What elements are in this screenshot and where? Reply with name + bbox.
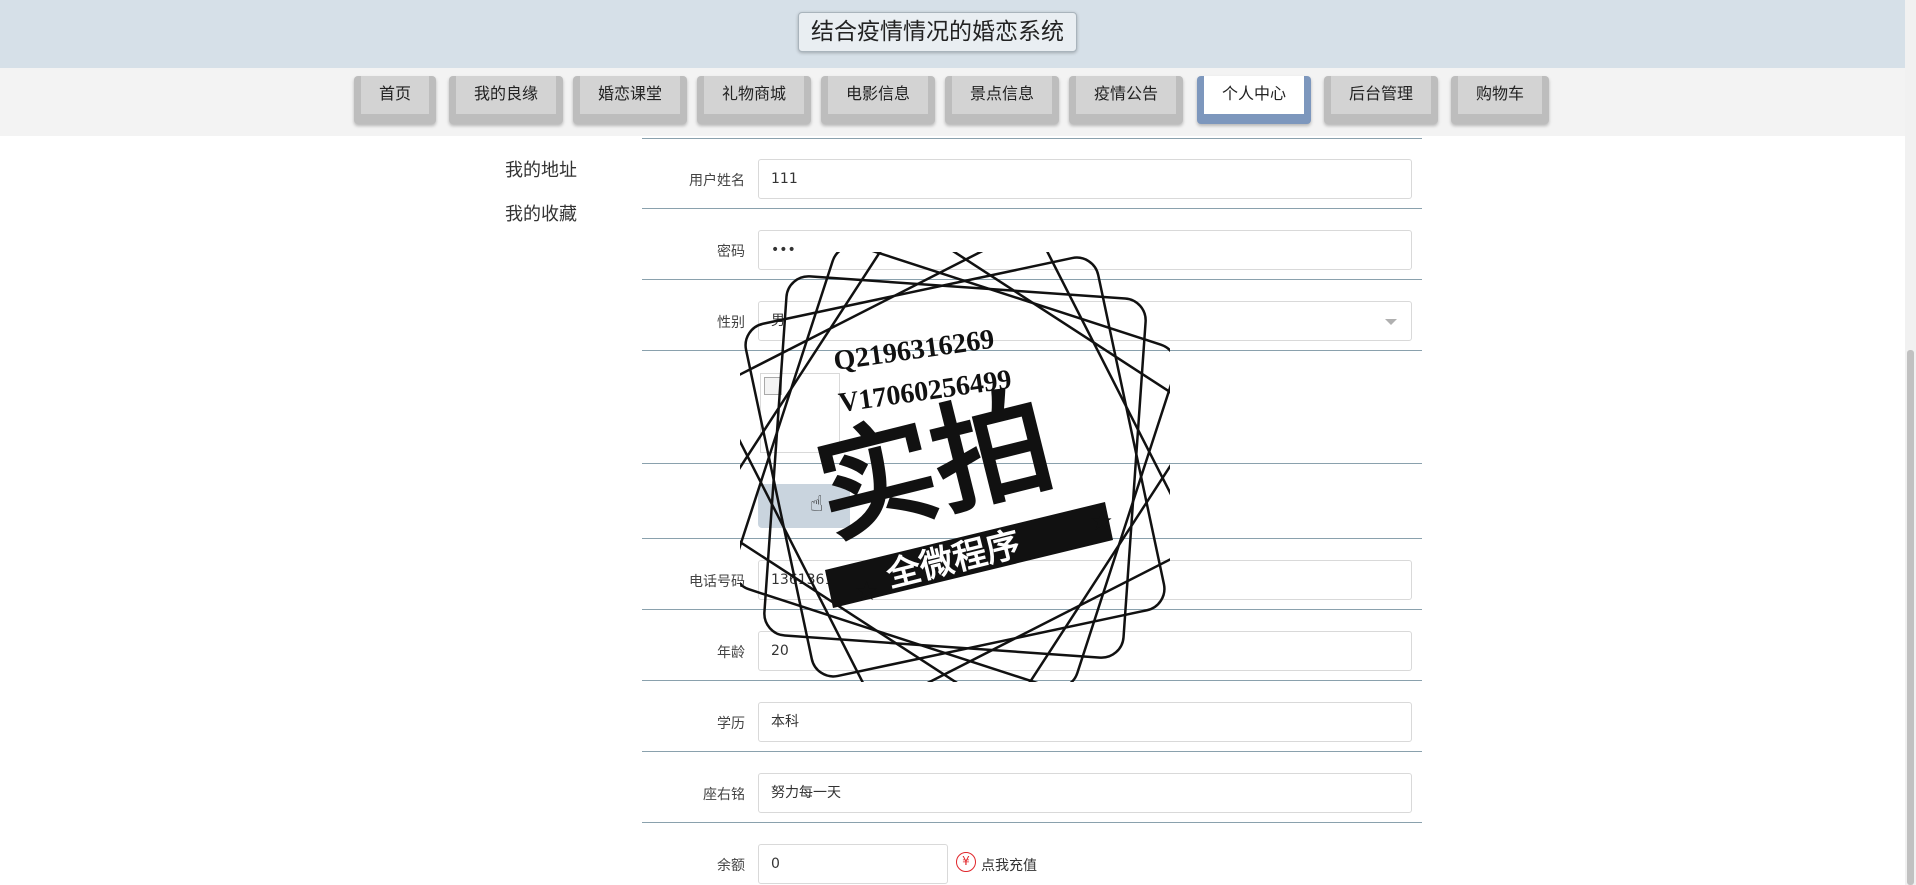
nav-item-label: 个人中心 (1204, 76, 1304, 114)
nav-item-label: 景点信息 (952, 76, 1052, 114)
form-divider (642, 350, 1422, 351)
nav-item-personal-center[interactable]: 个人中心 (1197, 76, 1311, 124)
chevron-down-icon (1385, 319, 1397, 325)
main-nav: 首页 我的良缘 婚恋课堂 礼物商城 电影信息 景点信息 疫情公告 个人中心 后台… (0, 68, 1905, 136)
nav-item-label: 疫情公告 (1076, 76, 1176, 114)
form-divider (642, 138, 1422, 139)
form-divider (642, 463, 1422, 464)
nav-item-attractions[interactable]: 景点信息 (945, 76, 1059, 124)
phone-input[interactable]: 13613613666 (758, 560, 1412, 600)
site-title: 结合疫情情况的婚恋系统 (798, 12, 1077, 52)
form-divider (642, 609, 1422, 610)
form-divider (642, 208, 1422, 209)
hand-pointer-icon: ☝ (810, 492, 824, 517)
education-label: 学历 (717, 716, 745, 732)
age-label: 年龄 (717, 645, 745, 661)
nav-item-label: 婚恋课堂 (580, 76, 680, 114)
nav-item-epidemic-notice[interactable]: 疫情公告 (1069, 76, 1183, 124)
form-divider (642, 751, 1422, 752)
upload-button[interactable] (758, 484, 850, 528)
yuan-icon[interactable]: ¥ (956, 852, 976, 872)
header: 结合疫情情况的婚恋系统 (0, 0, 1905, 68)
password-input[interactable]: ••• (758, 230, 1412, 270)
page-scrollbar[interactable] (1905, 0, 1916, 885)
nav-item-movies[interactable]: 电影信息 (821, 76, 935, 124)
nav-item-marriage-class[interactable]: 婚恋课堂 (573, 76, 687, 124)
broken-image-icon (764, 377, 782, 395)
balance-label: 余额 (717, 858, 745, 874)
nav-item-label: 我的良缘 (456, 76, 556, 114)
form-divider (642, 538, 1422, 539)
form-divider (642, 822, 1422, 823)
motto-input[interactable]: 努力每一天 (758, 773, 1412, 813)
watermark-main-text: 实拍 (803, 370, 1065, 561)
gender-select-value: 男 (771, 313, 785, 329)
nav-item-home[interactable]: 首页 (354, 76, 436, 124)
age-input[interactable]: 20 (758, 631, 1412, 671)
education-input[interactable]: 本科 (758, 702, 1412, 742)
nav-item-gift-mall[interactable]: 礼物商城 (697, 76, 811, 124)
phone-label: 电话号码 (689, 574, 745, 590)
nav-item-label: 电影信息 (828, 76, 928, 114)
nav-item-my-match[interactable]: 我的良缘 (449, 76, 563, 124)
gender-label: 性别 (717, 315, 745, 331)
nav-item-label: 购物车 (1458, 76, 1542, 114)
password-label: 密码 (717, 244, 745, 260)
avatar-image (760, 373, 840, 453)
username-label: 用户姓名 (689, 173, 745, 189)
star-icon: ★ (1090, 507, 1113, 537)
sidebar-link-my-favorites[interactable]: 我的收藏 (505, 200, 577, 226)
watermark-contact-v: V17060256499 (837, 364, 1014, 419)
nav-item-label: 首页 (361, 76, 429, 114)
nav-item-admin[interactable]: 后台管理 (1324, 76, 1438, 124)
nav-item-cart[interactable]: 购物车 (1451, 76, 1549, 124)
recharge-link[interactable]: 点我充值 (981, 855, 1037, 875)
balance-input[interactable]: 0 (758, 844, 948, 884)
form-divider (642, 279, 1422, 280)
sidebar-link-my-address[interactable]: 我的地址 (505, 156, 577, 182)
username-input[interactable]: 111 (758, 159, 1412, 199)
form-divider (642, 680, 1422, 681)
scrollbar-thumb[interactable] (1907, 350, 1914, 885)
nav-item-label: 后台管理 (1331, 76, 1431, 114)
motto-label: 座右铭 (703, 787, 745, 803)
nav-item-label: 礼物商城 (704, 76, 804, 114)
gender-select[interactable]: 男 (758, 301, 1412, 341)
